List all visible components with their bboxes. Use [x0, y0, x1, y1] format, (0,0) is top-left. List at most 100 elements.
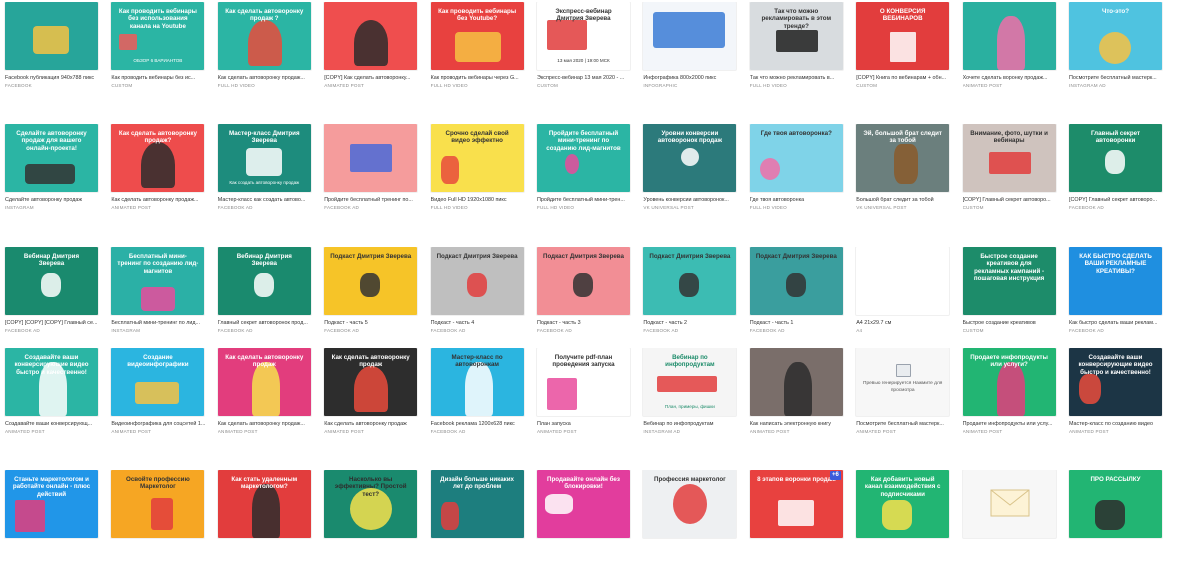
- design-title[interactable]: [COPY] [COPY] [COPY] Главный се...: [5, 320, 101, 327]
- design-title[interactable]: Подкаст - часть 1: [750, 320, 846, 327]
- design-title[interactable]: [COPY] Главный секрет автоворо...: [1069, 197, 1165, 204]
- design-thumbnail[interactable]: Вебинар по инфопродуктам План, примеры, ф…: [643, 348, 737, 416]
- design-card[interactable]: [COPY] Как сделать автоворонку... ANIMATE…: [319, 2, 425, 120]
- design-card[interactable]: Как сделать автоворонку продаж Как сделат…: [319, 348, 425, 466]
- design-card[interactable]: Внимание, фото, шутки и вебинары [COPY] Г…: [958, 124, 1064, 242]
- design-thumbnail[interactable]: Насколько вы эффективны? Простой тест?: [324, 470, 418, 538]
- design-thumbnail[interactable]: [5, 2, 98, 70]
- design-thumbnail[interactable]: [962, 2, 1056, 70]
- design-card[interactable]: Получите pdf-план проведения запуска План…: [532, 348, 638, 466]
- design-card[interactable]: О КОНВЕРСИЯ ВЕБИНАРОВ [COPY] Книга по веб…: [851, 2, 957, 120]
- design-title[interactable]: [COPY] Книга по вебинарам + обн...: [856, 75, 952, 82]
- design-card[interactable]: Как стать удаленным маркетологом?: [213, 470, 319, 588]
- design-thumbnail[interactable]: Как добавить новый канал взаимодействия …: [856, 470, 950, 538]
- design-card[interactable]: Мастер-класс Дмитрия Зверева Как создать …: [213, 124, 319, 242]
- design-thumbnail[interactable]: 8 этапов воронки продаж +6: [749, 470, 843, 538]
- design-thumbnail[interactable]: Главный секрет автоворонки: [1069, 124, 1162, 192]
- design-thumbnail[interactable]: Вебинар Дмитрия Зверева: [5, 247, 98, 315]
- design-thumbnail[interactable]: Подкаст Дмитрия Зверева: [749, 247, 843, 315]
- design-thumbnail[interactable]: Как сделать автоворонку продаж: [324, 348, 418, 416]
- design-thumbnail[interactable]: Профессия маркетолог: [643, 470, 737, 538]
- design-card[interactable]: Дизайн больше никаких лет до проблем: [426, 470, 532, 588]
- design-thumbnail[interactable]: Быстрое создание креативов для рекламных…: [962, 247, 1056, 315]
- design-card[interactable]: Освойте профессию Маркетолог: [106, 470, 212, 588]
- design-card[interactable]: Уровни конверсии автоворонок продаж Урове…: [638, 124, 744, 242]
- design-thumbnail[interactable]: Что-это?: [1069, 2, 1162, 70]
- design-card[interactable]: Facebook публикация 940х788 пикс FACEBOOK: [0, 2, 106, 120]
- page-scroll-area[interactable]: [1174, 0, 1200, 564]
- design-title[interactable]: Подкаст - часть 4: [431, 320, 527, 327]
- design-card[interactable]: Продавайте онлайн без блокировки!: [532, 470, 638, 588]
- design-title[interactable]: Подкаст - часть 3: [537, 320, 633, 327]
- design-card[interactable]: Создавайте ваши конверсирующие видео быс…: [0, 348, 106, 466]
- design-thumbnail[interactable]: Продавайте онлайн без блокировки!: [537, 470, 630, 538]
- design-title[interactable]: Большой брат следит за тобой: [856, 197, 952, 204]
- design-card[interactable]: Как сделать автоворонку продаж Как сделат…: [213, 348, 319, 466]
- design-thumbnail[interactable]: Подкаст Дмитрия Зверева: [324, 247, 418, 315]
- design-title[interactable]: Мастер-класс по созданию видео: [1069, 421, 1165, 428]
- design-card[interactable]: Продаете инфопродукты или услуги? Продает…: [958, 348, 1064, 466]
- design-card[interactable]: Как проводить вебинары без использования…: [106, 2, 212, 120]
- design-title[interactable]: Бесплатный мини-тренинг по лид...: [111, 320, 207, 327]
- design-card[interactable]: Насколько вы эффективны? Простой тест?: [319, 470, 425, 588]
- design-thumbnail[interactable]: О КОНВЕРСИЯ ВЕБИНАРОВ: [856, 2, 950, 70]
- design-card[interactable]: Сделайте автоворонку продаж для вашего о…: [0, 124, 106, 242]
- design-thumbnail[interactable]: Продаете инфопродукты или услуги?: [962, 348, 1056, 416]
- design-thumbnail[interactable]: Мастер-класс Дмитрия Зверева Как создать …: [217, 124, 311, 192]
- design-thumbnail[interactable]: [749, 348, 843, 416]
- design-thumbnail[interactable]: Как сделать автоворонку продаж: [217, 348, 311, 416]
- design-card[interactable]: [958, 470, 1064, 588]
- design-card[interactable]: Что-это? Посмотрите бесплатный мастерк...…: [1064, 2, 1170, 120]
- design-card[interactable]: 8 этапов воронки продаж +6: [745, 470, 851, 588]
- design-thumbnail[interactable]: Подкаст Дмитрия Зверева: [537, 247, 630, 315]
- design-thumbnail[interactable]: [324, 2, 418, 70]
- design-thumbnail[interactable]: [856, 247, 950, 315]
- design-thumbnail[interactable]: Создавайте ваши конверсирующие видео быс…: [5, 348, 98, 416]
- design-thumbnail[interactable]: Уровни конверсии автоворонок продаж: [643, 124, 737, 192]
- design-card[interactable]: Главный секрет автоворонки [COPY] Главный…: [1064, 124, 1170, 242]
- design-card[interactable]: Пройдите бесплатный тренинг по... FACEBOO…: [319, 124, 425, 242]
- design-title[interactable]: Пройдите бесплатный мини-трен...: [537, 197, 633, 204]
- design-title[interactable]: Уровень конверсии автоворонок...: [643, 197, 739, 204]
- design-title[interactable]: Вебинар по инфопродуктам: [643, 421, 739, 428]
- design-thumbnail[interactable]: Создание видеоинфографики: [111, 348, 205, 416]
- design-card[interactable]: Как написать электронную книгу ANIMATED P…: [745, 348, 851, 466]
- design-thumbnail[interactable]: Создавайте ваши конверсирующие видео быс…: [1069, 348, 1162, 416]
- design-card[interactable]: Экспресс-вебинар Дмитрия Зверева 13 мая 2…: [532, 2, 638, 120]
- design-title[interactable]: Подкаст - часть 2: [643, 320, 739, 327]
- design-thumbnail[interactable]: Сделайте автоворонку продаж для вашего о…: [5, 124, 98, 192]
- design-title[interactable]: Посмотрите бесплатный мастерк...: [1069, 75, 1165, 82]
- design-title[interactable]: [COPY] Как сделать автоворонку...: [324, 75, 420, 82]
- design-card[interactable]: Срочно сделай свой видео эффектно Видео F…: [426, 124, 532, 242]
- design-title[interactable]: Как проводить вебинары без ис...: [111, 75, 207, 82]
- design-thumbnail[interactable]: Превью генерируется Нажмите для просмотр…: [856, 348, 950, 416]
- design-card[interactable]: Так что можно рекламировать в этом тренд…: [745, 2, 851, 120]
- design-thumbnail[interactable]: Мастер-класс по автоворонкам: [430, 348, 524, 416]
- design-thumbnail[interactable]: Дизайн больше никаких лет до проблем: [430, 470, 524, 538]
- design-title[interactable]: Инфографика 800х2000 пикс: [643, 75, 739, 82]
- design-thumbnail[interactable]: Вебинар Дмитрия Зверева: [217, 247, 311, 315]
- design-title[interactable]: Видеоинфографика для соцсетей 1...: [111, 421, 207, 428]
- design-title[interactable]: Так что можно рекламировать в...: [750, 75, 846, 82]
- design-thumbnail[interactable]: Так что можно рекламировать в этом тренд…: [749, 2, 843, 70]
- design-card[interactable]: Как сделать автоворонку продаж ? Как сдел…: [213, 2, 319, 120]
- design-card[interactable]: Где твоя автоворонка? Где твоя автоворонк…: [745, 124, 851, 242]
- design-thumbnail[interactable]: Получите pdf-план проведения запуска: [537, 348, 630, 416]
- design-thumbnail[interactable]: Как проводить вебинары без использования…: [111, 2, 205, 70]
- design-title[interactable]: Facebook публикация 940х788 пикс: [5, 75, 101, 82]
- design-card[interactable]: Вебинар по инфопродуктам План, примеры, ф…: [638, 348, 744, 466]
- design-thumbnail[interactable]: Экспресс-вебинар Дмитрия Зверева 13 мая 2…: [537, 2, 630, 70]
- design-thumbnail[interactable]: Подкаст Дмитрия Зверева: [430, 247, 524, 315]
- more-count-badge[interactable]: +6: [829, 471, 841, 480]
- design-thumbnail[interactable]: [643, 2, 737, 70]
- design-card[interactable]: ПРО РАССЫЛКУ: [1064, 470, 1170, 588]
- design-thumbnail[interactable]: [324, 124, 418, 192]
- design-thumbnail[interactable]: Эй, большой брат следит за тобой: [856, 124, 950, 192]
- design-thumbnail[interactable]: Как сделать автоворонку продаж?: [111, 124, 205, 192]
- design-title[interactable]: Быстрое создание креативов: [963, 320, 1059, 327]
- design-thumbnail[interactable]: Как стать удаленным маркетологом?: [217, 470, 311, 538]
- design-thumbnail[interactable]: Освойте профессию Маркетолог: [111, 470, 205, 538]
- design-card[interactable]: Станьте маркетологом и работайте онлайн …: [0, 470, 106, 588]
- design-thumbnail[interactable]: Пройдите бесплатный мини-тренинг по созд…: [537, 124, 630, 192]
- design-title[interactable]: Как проводить вебинары через G...: [431, 75, 527, 82]
